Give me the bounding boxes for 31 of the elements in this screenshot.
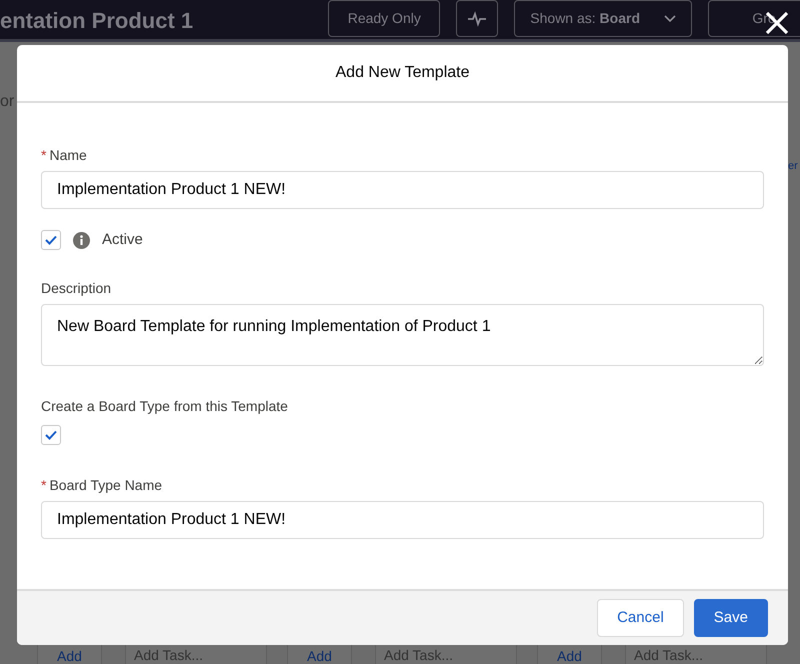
page-title: entation Product 1	[0, 7, 194, 35]
field-label: Board Type Name	[49, 476, 162, 495]
link-fragment: er	[788, 159, 798, 174]
description-field[interactable]: New Board Template for running Implementation of Product 1	[41, 304, 764, 366]
check-icon	[45, 430, 57, 440]
add-task-field[interactable]: Add Task...	[125, 644, 267, 664]
add-button[interactable]: Add	[287, 644, 352, 664]
text-field[interactable]: Implementation Product 1 NEW!	[41, 500, 764, 538]
modal-title: Add New Template	[336, 63, 470, 83]
required-asterisk: *	[41, 146, 46, 165]
heading-fragment: or	[0, 92, 14, 112]
checkbox[interactable]	[41, 424, 61, 444]
check-icon	[45, 235, 57, 246]
add-button[interactable]: Add	[37, 644, 102, 664]
add-button[interactable]: Add	[537, 644, 602, 664]
toolbar-button[interactable]: Ready Only	[328, 0, 440, 37]
cancel-button[interactable]: Cancel	[597, 599, 684, 637]
checkbox[interactable]	[41, 230, 61, 250]
text-field[interactable]: Implementation Product 1 NEW!	[41, 171, 764, 209]
field-label: Description	[41, 278, 112, 298]
save-button[interactable]: Save	[694, 599, 768, 637]
add-task-field[interactable]: Add Task...	[625, 644, 767, 664]
add-task-field[interactable]: Add Task...	[375, 644, 517, 664]
checkbox-label: Active	[102, 230, 143, 250]
required-asterisk: *	[41, 476, 46, 494]
field-label: Create a Board Type from this Template	[41, 396, 289, 416]
field-label: Name	[49, 146, 87, 165]
view-dropdown[interactable]: Shown as: Board	[514, 0, 692, 37]
pulse-icon	[467, 10, 488, 26]
activity-button[interactable]	[456, 0, 498, 37]
chevron-down-icon	[664, 14, 676, 22]
